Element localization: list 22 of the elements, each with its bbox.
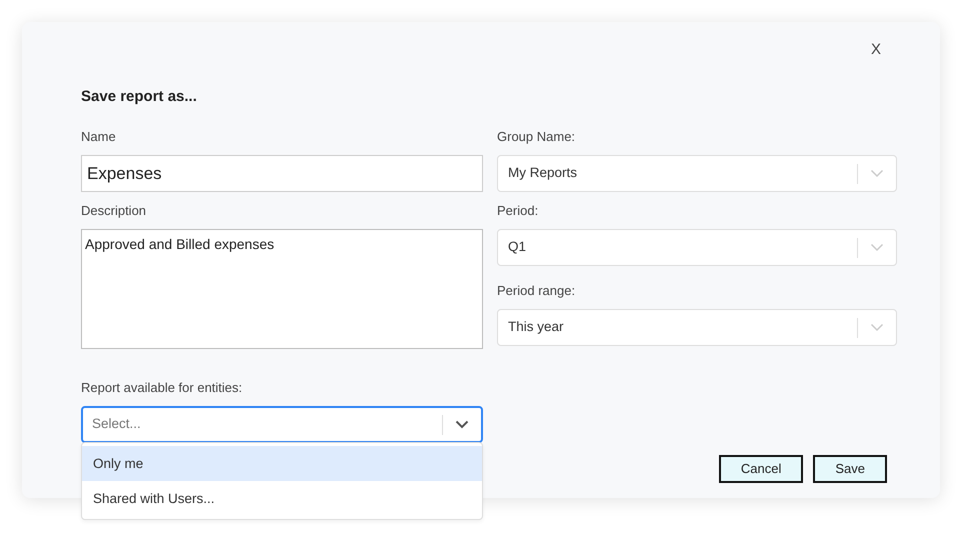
field-label: Report available for entities:	[81, 379, 244, 397]
dialog-title: Save report as...	[81, 87, 198, 107]
close-button[interactable]: X	[868, 40, 883, 60]
dialog-button[interactable]: Save	[813, 455, 887, 483]
chevron-icon	[870, 243, 884, 252]
chevron-icon	[870, 323, 884, 332]
field-label: Period:	[497, 202, 540, 220]
chevron-icon	[455, 420, 469, 429]
field-label: Period range:	[497, 282, 576, 300]
description-input[interactable]: Approved and Billed expenses	[81, 229, 483, 349]
menu-option[interactable]: Shared with Users...	[82, 481, 482, 516]
chevron-icon	[870, 169, 884, 178]
dropdown-field[interactable]: My Reports	[497, 155, 897, 192]
field-label: Name	[81, 128, 117, 146]
dropdown-field[interactable]: This year	[497, 309, 897, 346]
field-label: Description	[81, 202, 148, 220]
menu-option[interactable]: Only me	[82, 446, 482, 481]
dropdown-field[interactable]: Select...	[81, 406, 483, 443]
dialog-button[interactable]: Cancel	[718, 455, 804, 483]
name-input[interactable]: Expenses	[81, 155, 483, 192]
dropdown-field[interactable]: Q1	[497, 229, 897, 266]
field-label: Group Name:	[497, 128, 576, 146]
